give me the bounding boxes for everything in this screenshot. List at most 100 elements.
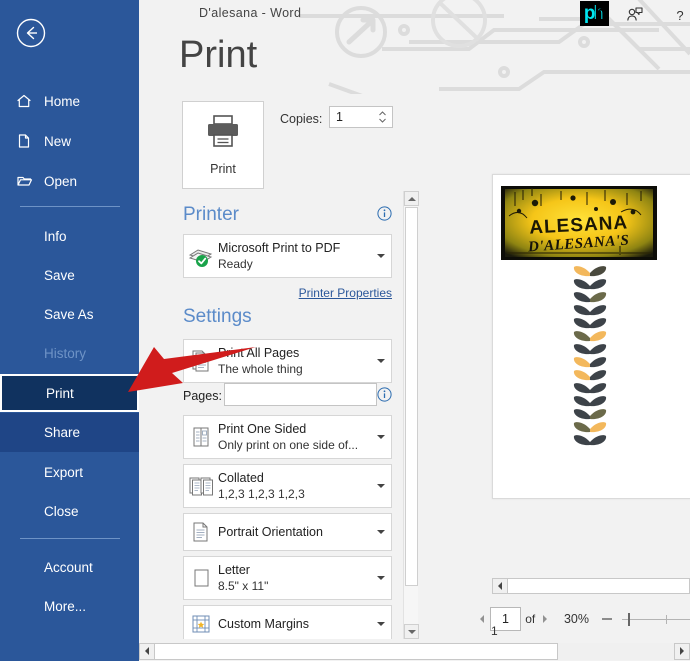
setting-paper-size-text: Letter 8.5" x 11": [218, 563, 371, 593]
option-title: Custom Margins: [218, 617, 309, 631]
copies-stepper[interactable]: [329, 106, 393, 128]
sidebar-item-new[interactable]: New: [0, 123, 139, 159]
sidebar-item-print[interactable]: Print: [0, 373, 140, 413]
sidebar-item-share[interactable]: Share: [0, 413, 139, 452]
sidebar-item-label: Account: [44, 559, 93, 575]
printer-select[interactable]: Microsoft Print to PDF Ready: [183, 234, 392, 278]
help-button[interactable]: ?: [657, 0, 690, 30]
scrollbar-thumb[interactable]: [405, 207, 418, 586]
pages-info-icon[interactable]: [377, 387, 392, 402]
sidebar-item-label: History: [44, 345, 87, 361]
backstage-sidebar: Home New Open Info Save Save As History: [0, 0, 140, 661]
setting-orientation[interactable]: Portrait Orientation: [183, 513, 392, 551]
preview-horizontal-scrollbar[interactable]: [492, 578, 690, 594]
chevron-down-icon[interactable]: [371, 254, 391, 258]
sidebar-divider-bottom: [20, 538, 120, 539]
next-page-button[interactable]: [537, 609, 552, 629]
pages-label: Pages:: [183, 389, 222, 403]
printer-status: Ready: [218, 257, 253, 271]
option-title: Print One Sided: [218, 422, 307, 436]
copies-input[interactable]: [330, 107, 374, 127]
zoom-slider[interactable]: [621, 612, 690, 626]
print-button[interactable]: Print: [182, 101, 264, 189]
zoom-slider-midpoint-tick: [665, 614, 667, 624]
chevron-down-icon[interactable]: [371, 576, 391, 580]
copies-spinner-buttons[interactable]: [374, 107, 390, 127]
scroll-down-button[interactable]: [404, 624, 419, 639]
sidebar-item-save-as[interactable]: Save As: [0, 296, 139, 332]
zoom-out-button[interactable]: [601, 612, 614, 626]
option-subtitle: 1,2,3 1,2,3 1,2,3: [218, 487, 305, 501]
chevron-down-icon[interactable]: [371, 484, 391, 488]
total-pages-label: 1: [491, 624, 498, 638]
portrait-icon: [184, 520, 218, 544]
option-subtitle: 8.5" x 11": [218, 579, 269, 593]
sidebar-item-label: Close: [44, 503, 79, 519]
printer-properties-link[interactable]: Printer Properties: [139, 286, 392, 300]
option-title: Portrait Orientation: [218, 525, 323, 539]
print-settings-pane: Print Copies: Printer: [139, 94, 416, 639]
sidebar-item-home[interactable]: Home: [0, 83, 139, 119]
setting-sided[interactable]: Print One Sided Only print on one side o…: [183, 415, 392, 459]
paper-size-icon: [184, 566, 218, 590]
settings-scrollbar[interactable]: [403, 191, 419, 639]
window-horizontal-scrollbar[interactable]: [139, 641, 690, 661]
sidebar-item-label: Info: [44, 228, 67, 244]
zoom-slider-handle[interactable]: [627, 612, 630, 626]
sidebar-item-history: History: [0, 335, 139, 371]
sidebar-item-label: Save: [44, 267, 75, 283]
scroll-up-button[interactable]: [404, 191, 419, 206]
chevron-down-icon[interactable]: [371, 359, 391, 363]
print-button-label: Print: [210, 162, 236, 176]
option-subtitle: The whole thing: [218, 362, 303, 376]
setting-print-range[interactable]: Print All Pages The whole thing: [183, 339, 392, 383]
print-preview-pane: ALESANA D'ALESANA'S: [419, 94, 690, 639]
scroll-left-button[interactable]: [493, 579, 508, 593]
sidebar-item-save[interactable]: Save: [0, 257, 139, 293]
window-scroll-right-button[interactable]: [674, 642, 690, 660]
sidebar-item-account[interactable]: Account: [0, 549, 139, 585]
pages-input[interactable]: [224, 383, 377, 406]
of-label: of: [525, 612, 536, 626]
account-icon[interactable]: [611, 0, 657, 30]
setting-margins-text: Custom Margins: [218, 617, 371, 631]
home-icon: [16, 93, 42, 109]
window-scroll-left-button[interactable]: [139, 642, 155, 660]
previous-page-button[interactable]: [475, 609, 490, 629]
sidebar-item-open[interactable]: Open: [0, 163, 139, 199]
option-title: Collated: [218, 471, 264, 485]
chevron-down-icon[interactable]: [371, 622, 391, 626]
option-title: Letter: [218, 563, 250, 577]
setting-collation[interactable]: Collated 1,2,3 1,2,3 1,2,3: [183, 464, 392, 508]
window-scrollbar-track[interactable]: [558, 642, 674, 660]
printer-section-heading: Printer: [183, 204, 239, 225]
ph-badge-logo[interactable]: ph: [580, 1, 609, 26]
back-button[interactable]: [14, 16, 48, 50]
open-folder-icon: [16, 173, 42, 189]
sidebar-item-label: More...: [44, 598, 87, 614]
setting-margins[interactable]: Custom Margins: [183, 605, 392, 639]
option-title: Print All Pages: [218, 346, 300, 360]
chevron-down-icon[interactable]: [371, 435, 391, 439]
new-document-icon: [16, 133, 42, 149]
printer-select-text: Microsoft Print to PDF Ready: [218, 241, 371, 271]
margins-icon: [184, 612, 218, 636]
word-print-backstage: Home New Open Info Save Save As History: [0, 0, 690, 661]
sidebar-item-export[interactable]: Export: [0, 454, 139, 490]
document-page-preview[interactable]: ALESANA D'ALESANA'S: [492, 174, 690, 499]
sidebar-item-label: New: [44, 133, 72, 149]
sidebar-item-more[interactable]: More...: [0, 588, 139, 624]
leaf-ornament-column: [572, 264, 608, 456]
ph-logo-h: h: [594, 3, 607, 24]
setting-paper-size[interactable]: Letter 8.5" x 11": [183, 556, 392, 600]
all-pages-icon: [184, 349, 218, 373]
chevron-down-icon[interactable]: [371, 530, 391, 534]
window-scrollbar-thumb[interactable]: [155, 642, 558, 660]
sidebar-item-close[interactable]: Close: [0, 493, 139, 529]
printer-info-icon[interactable]: [377, 206, 392, 221]
sidebar-item-info[interactable]: Info: [0, 218, 139, 254]
printer-ready-icon: [184, 244, 218, 268]
printer-name: Microsoft Print to PDF: [218, 241, 341, 255]
setting-orientation-text: Portrait Orientation: [218, 525, 371, 539]
setting-print-range-text: Print All Pages The whole thing: [218, 346, 371, 376]
